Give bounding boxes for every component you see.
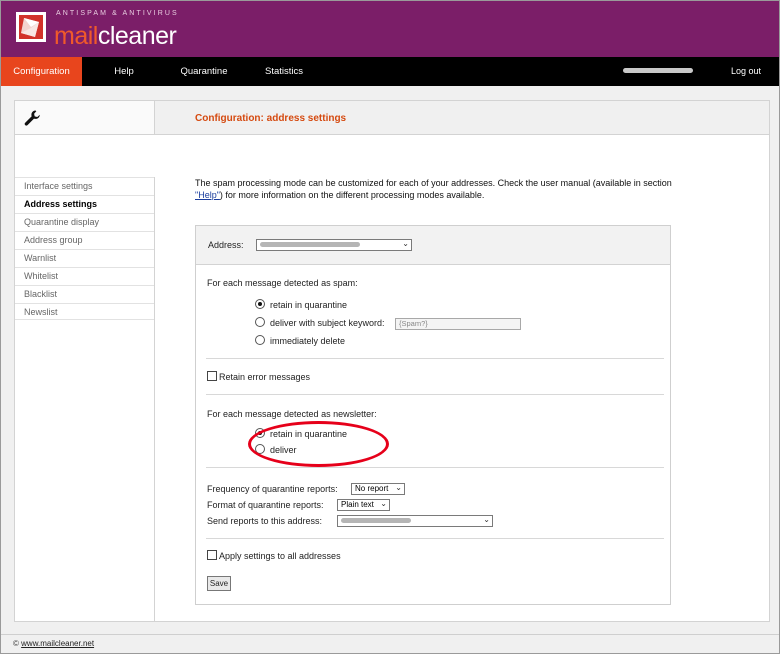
address-settings-form: Address: ⌄ For each message detected as …: [195, 225, 671, 605]
divider: [206, 467, 664, 468]
brand-tagline: ANTISPAM & ANTIVIRUS: [56, 10, 179, 17]
sidebar-item-newslist[interactable]: Newslist: [15, 303, 154, 320]
report-frequency-label: Frequency of quarantine reports:: [207, 484, 338, 494]
chevron-down-icon: ⌄: [402, 239, 409, 248]
report-format-select[interactable]: Plain text ⌄: [337, 499, 390, 511]
browser-frame: ANTISPAM & ANTIVIRUS mailcleaner Configu…: [0, 0, 780, 654]
report-format-label: Format of quarantine reports:: [207, 500, 324, 510]
retain-errors-label: Retain error messages: [219, 372, 311, 382]
brand-wordmark: mailcleaner: [54, 21, 177, 51]
subject-keyword-input[interactable]: {Spam?}: [395, 318, 521, 330]
divider: [206, 538, 664, 539]
spam-retain-radio[interactable]: [255, 299, 265, 309]
report-address-select[interactable]: ⌄: [337, 515, 493, 527]
intro-text-start: The spam processing mode can be customiz…: [195, 178, 672, 188]
brand-wordmark-rest: cleaner: [97, 22, 177, 50]
footer-copyright: © www.mailcleaner.net: [13, 639, 94, 648]
sidebar-item-whitelist[interactable]: Whitelist: [15, 267, 154, 284]
sidebar-item-blacklist[interactable]: Blacklist: [15, 285, 154, 302]
nav-statistics[interactable]: Statistics: [256, 57, 312, 86]
spam-heading: For each message detected as spam:: [207, 278, 358, 288]
chevron-down-icon: ⌄: [395, 483, 402, 492]
footer: © www.mailcleaner.net: [1, 634, 779, 653]
intro-text-end: ) for more information on the different …: [219, 189, 485, 200]
sidebar-item-address-settings[interactable]: Address settings: [15, 195, 154, 212]
page-title: Configuration: address settings: [195, 113, 347, 124]
top-navigation: Configuration Help Quarantine Statistics…: [1, 57, 779, 86]
user-name-redacted: [623, 68, 693, 73]
report-frequency-select[interactable]: No report ⌄: [351, 483, 405, 495]
nav-help[interactable]: Help: [99, 57, 149, 86]
content-panel: Configuration: address settings Interfac…: [14, 100, 770, 622]
highlight-annotation-ellipse: [248, 421, 389, 467]
help-link[interactable]: "Help": [195, 190, 220, 200]
spam-deliver-label: deliver with subject keyword:: [270, 318, 385, 328]
report-address-label: Send reports to this address:: [207, 516, 323, 526]
apply-all-checkbox[interactable]: [207, 550, 217, 560]
address-label: Address:: [208, 240, 244, 250]
footer-website-link[interactable]: www.mailcleaner.net: [21, 639, 94, 648]
report-format-value: Plain text: [341, 500, 374, 509]
apply-all-label: Apply settings to all addresses: [219, 551, 341, 561]
mailcleaner-logo-icon: [16, 12, 46, 42]
divider: [206, 394, 664, 395]
divider: [206, 358, 664, 359]
address-selector-bar: Address: ⌄: [196, 226, 670, 265]
settings-sidebar: Interface settings Address settings Quar…: [15, 177, 155, 621]
sidebar-item-quarantine-display[interactable]: Quarantine display: [15, 213, 154, 230]
sidebar-item-interface-settings[interactable]: Interface settings: [15, 177, 154, 194]
copyright-symbol: ©: [13, 639, 19, 648]
chevron-down-icon: ⌄: [380, 499, 387, 508]
spam-delete-label: immediately delete: [270, 336, 346, 346]
sidebar-item-warnlist[interactable]: Warnlist: [15, 249, 154, 266]
spam-retain-label: retain in quarantine: [270, 300, 348, 310]
wrench-icon: [24, 110, 40, 126]
address-select[interactable]: ⌄: [256, 239, 412, 251]
section-icon-box: [15, 101, 155, 134]
retain-errors-checkbox[interactable]: [207, 371, 217, 381]
intro-text: The spam processing mode can be customiz…: [195, 178, 675, 201]
title-bar: Configuration: address settings: [15, 101, 769, 135]
nav-configuration[interactable]: Configuration: [1, 57, 82, 86]
save-button[interactable]: Save: [207, 576, 231, 591]
sidebar-item-address-group[interactable]: Address group: [15, 231, 154, 248]
chevron-down-icon: ⌄: [483, 515, 490, 524]
brand-wordmark-accent: mail: [54, 22, 98, 50]
app-header: ANTISPAM & ANTIVIRUS mailcleaner: [1, 1, 779, 57]
address-value-redacted: [260, 242, 360, 248]
report-frequency-value: No report: [355, 484, 389, 493]
newsletter-heading: For each message detected as newsletter:: [207, 409, 377, 419]
logout-link[interactable]: Log out: [731, 57, 761, 85]
report-address-redacted: [341, 518, 411, 524]
spam-deliver-radio[interactable]: [255, 317, 265, 327]
nav-quarantine[interactable]: Quarantine: [171, 57, 237, 86]
spam-delete-radio[interactable]: [255, 335, 265, 345]
